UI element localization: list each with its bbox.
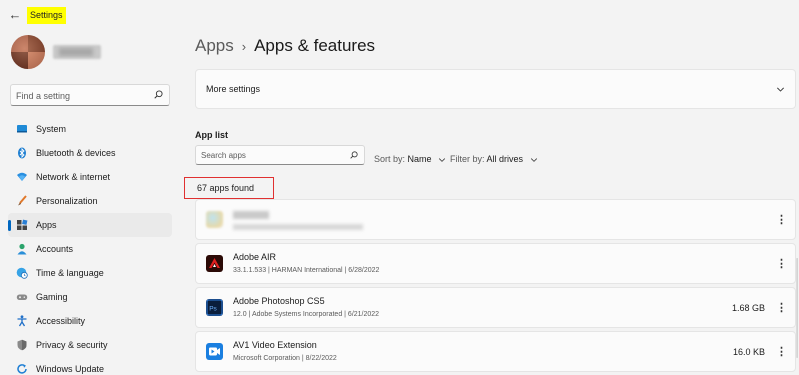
- app-title: Settings: [27, 7, 66, 24]
- app-size: 16.0 KB: [732, 347, 765, 357]
- globe-clock-icon: [16, 267, 28, 279]
- sort-by-label: Sort by:: [374, 154, 406, 164]
- more-options-icon[interactable]: ⋮: [776, 257, 787, 271]
- update-icon: [17, 364, 27, 374]
- chevron-down-icon: [530, 157, 537, 162]
- chevron-down-icon: [777, 87, 784, 92]
- scrollbar[interactable]: [795, 258, 799, 358]
- sidebar-item-bluetooth[interactable]: Bluetooth & devices: [8, 141, 172, 165]
- app-list-heading: App list: [195, 130, 228, 140]
- sidebar-item-gaming[interactable]: Gaming: [8, 285, 172, 309]
- bluetooth-icon: [18, 147, 26, 159]
- sort-by-value: Name: [407, 154, 432, 164]
- gamepad-icon: [16, 294, 28, 300]
- sidebar-item-label: Personalization: [36, 196, 98, 206]
- avatar[interactable]: [11, 35, 45, 69]
- svg-text:Ps: Ps: [209, 306, 217, 313]
- sidebar-item-label: Network & internet: [36, 172, 111, 182]
- sidebar-item-label: Windows Update: [36, 364, 105, 374]
- sidebar-item-label: Time & language: [36, 268, 104, 278]
- brush-icon: [18, 195, 27, 206]
- more-options-icon[interactable]: ⋮: [776, 213, 787, 227]
- filter-by-dropdown[interactable]: Filter by: All drives: [450, 154, 538, 164]
- sidebar-item-apps[interactable]: Apps: [8, 213, 172, 237]
- apps-found-callout: 67 apps found: [184, 177, 274, 199]
- sort-by-dropdown[interactable]: Sort by: Name: [374, 154, 446, 164]
- sidebar-item-accessibility[interactable]: Accessibility: [8, 309, 172, 333]
- app-size: 1.68 GB: [731, 303, 765, 313]
- user-name-blurred: [53, 45, 101, 59]
- sidebar-item-label: Accessibility: [36, 316, 86, 326]
- app-meta: 12.0 | Adobe Systems Incorporated | 6/21…: [233, 311, 380, 318]
- apps-icon: [17, 219, 28, 230]
- back-arrow-icon[interactable]: ←: [8, 7, 22, 23]
- av1-extension-icon: [206, 343, 223, 360]
- more-options-icon[interactable]: ⋮: [776, 345, 787, 359]
- app-name: Adobe AIR: [233, 252, 277, 262]
- shield-icon: [17, 339, 27, 351]
- more-settings-expander[interactable]: More settings: [195, 69, 796, 109]
- sidebar-item-accounts[interactable]: Accounts: [8, 237, 172, 261]
- sidebar-item-label: Accounts: [36, 244, 74, 254]
- sidebar-item-label: Apps: [36, 220, 57, 230]
- sidebar-item-label: System: [36, 124, 67, 134]
- chevron-down-icon: [438, 157, 446, 162]
- more-settings-label: More settings: [206, 84, 261, 94]
- list-item[interactable]: Ps Adobe Photoshop CS5 12.0 | Adobe Syst…: [195, 287, 796, 328]
- title-bar: ← Settings: [0, 0, 799, 30]
- app-meta-blurred: [233, 224, 363, 230]
- sidebar-item-network[interactable]: Network & internet: [8, 165, 172, 189]
- sidebar-item-privacy[interactable]: Privacy & security: [8, 333, 172, 357]
- wifi-icon: [17, 172, 27, 181]
- find-setting-input[interactable]: [16, 88, 151, 103]
- breadcrumb-chevron-icon: ›: [241, 38, 247, 54]
- search-apps-input[interactable]: [201, 149, 341, 162]
- app-name: AV1 Video Extension: [233, 340, 317, 350]
- search-apps-box[interactable]: [195, 145, 365, 165]
- apps-found-count: 67 apps found: [197, 183, 255, 193]
- sidebar-item-windows-update[interactable]: Windows Update: [8, 357, 172, 375]
- app-meta: Microsoft Corporation | 8/22/2022: [233, 355, 337, 362]
- sidebar-item-time-language[interactable]: Time & language: [8, 261, 172, 285]
- photoshop-icon: Ps: [206, 299, 223, 316]
- breadcrumb-parent-link[interactable]: Apps: [195, 35, 234, 57]
- sidebar-item-system[interactable]: System: [8, 117, 172, 141]
- sidebar-item-label: Privacy & security: [36, 340, 108, 350]
- find-setting-box[interactable]: [10, 84, 170, 106]
- blurred-app-icon: [206, 211, 223, 228]
- app-meta: 33.1.1.533 | HARMAN International | 6/28…: [233, 267, 380, 274]
- accessibility-icon: [17, 315, 27, 327]
- list-item[interactable]: Adobe AIR 33.1.1.533 | HARMAN Internatio…: [195, 243, 796, 284]
- app-name: Adobe Photoshop CS5: [233, 296, 325, 306]
- person-icon: [17, 243, 27, 255]
- list-item[interactable]: ⋮: [195, 199, 796, 240]
- adobe-air-icon: [206, 255, 223, 272]
- sidebar-item-label: Bluetooth & devices: [36, 148, 116, 158]
- sidebar-item-personalization[interactable]: Personalization: [8, 189, 172, 213]
- breadcrumb: Apps › Apps & features: [195, 35, 375, 59]
- search-icon[interactable]: [350, 151, 358, 159]
- filter-by-label: Filter by:: [450, 154, 485, 164]
- page-title: Apps & features: [254, 36, 376, 55]
- list-item[interactable]: AV1 Video Extension Microsoft Corporatio…: [195, 331, 796, 372]
- more-options-icon[interactable]: ⋮: [776, 301, 787, 315]
- filter-by-value: All drives: [486, 154, 524, 164]
- app-name-blurred: [233, 211, 269, 219]
- sidebar-item-label: Gaming: [36, 292, 68, 302]
- monitor-icon: [17, 125, 27, 133]
- search-icon[interactable]: [154, 90, 163, 99]
- sidebar-nav: System Bluetooth & devices Network & int…: [8, 117, 172, 375]
